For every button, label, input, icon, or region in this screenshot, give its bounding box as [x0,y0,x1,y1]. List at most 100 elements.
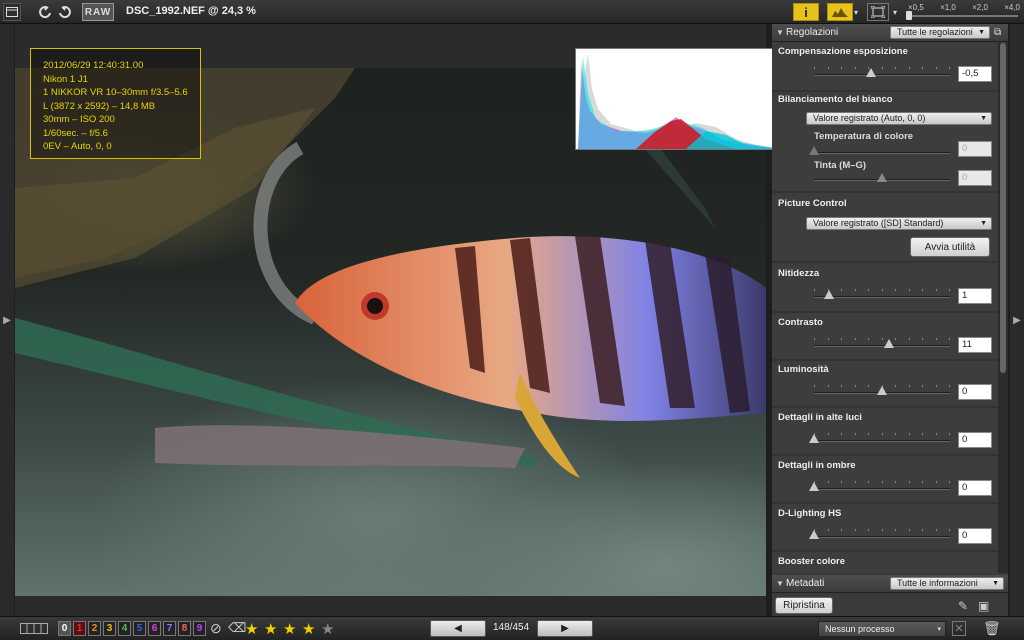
rotate-left-icon[interactable] [36,3,54,21]
star-icon[interactable]: ★ [264,620,277,638]
slider-knob[interactable] [809,482,819,491]
color-label-4[interactable]: 4 [118,621,131,636]
color-label-1[interactable]: 1 [73,621,86,636]
picture-control-title: Picture Control [778,198,847,209]
chevron-down-icon: ▼ [992,580,999,587]
highlights-value[interactable]: 0 [958,432,992,448]
zoom-thumb[interactable] [906,11,912,20]
left-panel-toggle[interactable]: ▶ [0,24,14,616]
color-label-8[interactable]: 8 [178,621,191,636]
rotate-right-icon[interactable] [56,3,74,21]
scrollbar-thumb[interactable] [1000,43,1006,373]
zoom-slider[interactable]: ×0,5 ×1,0 ×2,0 ×4,0 [900,2,1020,22]
exif-camera: Nikon 1 J1 [43,73,88,85]
sharpness-slider[interactable] [814,289,950,302]
highlights-title: Dettagli in alte luci [778,412,862,423]
exposure-title: Compensazione esposizione [778,46,908,57]
collapse-icon[interactable]: ▼ [776,579,784,588]
adjustments-scroll-area[interactable]: Compensazione esposizione -0,5 Bilanciam… [772,43,1008,573]
contrast-slider[interactable] [814,338,950,351]
color-label-5[interactable]: 5 [133,621,146,636]
slider-knob [809,146,819,155]
exposure-value[interactable]: -0,5 [958,66,992,82]
top-toolbar: RAW DSC_1992.NEF @ 24,3 % i ▾ ▾ ×0,5 ×1,… [0,0,1024,24]
color-label-2[interactable]: 2 [88,621,101,636]
image-counter: 148/454 [493,622,530,633]
color-temperature-label: Temperatura di colore [814,131,914,142]
brightness-slider[interactable] [814,385,950,398]
dlighting-title: D-Lighting HS [778,508,842,519]
color-label-7[interactable]: 7 [163,621,176,636]
highlights-slider[interactable] [809,433,950,446]
image-viewer[interactable]: 2012/06/29 12:40:31.00 Nikon 1 J1 1 NIKK… [15,24,781,616]
fit-screen-icon[interactable] [867,3,889,21]
launch-utility-button[interactable]: Avvia utilità [910,237,990,257]
zoom-dropdown-icon[interactable]: ▾ [891,3,899,21]
white-balance-dropdown[interactable]: Valore registrato (Auto, 0, 0) ▼ [806,112,992,125]
contrast-title: Contrasto [778,317,823,328]
process-dropdown[interactable]: Nessun processo ▾ [818,621,946,637]
exif-lens: 1 NIKKOR VR 10–30mm f/3.5–5.6 [43,87,188,98]
cancel-process-icon[interactable]: ✕ [952,621,966,636]
trash-icon[interactable]: 🗑 [983,620,1001,637]
star-icon[interactable]: ★ [283,620,296,638]
star-icon[interactable]: ★ [245,620,258,638]
color-temperature-slider[interactable] [809,146,950,158]
shadows-value[interactable]: 0 [958,480,992,496]
dlighting-value[interactable]: 0 [958,528,992,544]
color-label-3[interactable]: 3 [103,621,116,636]
slider-knob[interactable] [883,339,894,348]
exif-datetime: 2012/06/29 12:40:31.00 [43,60,144,71]
histogram-panel [575,48,781,150]
metadata-filter-dropdown[interactable]: Tutte le informazioni ▼ [890,577,1004,590]
filmstrip-icon[interactable] [20,623,48,634]
color-booster-title: Booster colore [778,556,846,567]
histogram-dropdown-icon[interactable]: ▾ [851,3,861,21]
color-label-9[interactable]: 9 [193,621,206,636]
adjustments-filter-dropdown[interactable]: Tutte le regolazioni ▼ [890,26,990,39]
copy-adjustments-icon[interactable]: ⧉ [994,27,1001,38]
adjustments-title: Regolazioni [786,27,839,38]
adjustments-header[interactable]: ▼ Regolazioni Tutte le regolazioni ▼ ⧉ [772,24,1008,42]
arrow-right-icon: ▶ [3,314,11,326]
shadows-slider[interactable] [809,481,950,494]
no-rating-icon[interactable]: ⊘ [210,620,222,637]
arrow-left-icon: ◀ [454,623,462,634]
tint-value: 0 [958,170,992,186]
slider-knob[interactable] [823,290,834,299]
brightness-value[interactable]: 0 [958,384,992,400]
exposure-slider[interactable] [814,67,950,80]
histogram-icon[interactable] [827,3,853,21]
color-label-6[interactable]: 6 [148,621,161,636]
right-panel-toggle[interactable]: ▶ [1010,24,1024,616]
star-icon[interactable]: ★ [302,620,315,638]
previous-image-button[interactable]: ◀ [430,620,486,637]
zoom-tick-label: ×2,0 [972,3,988,12]
picture-control-dropdown[interactable]: Valore registrato ([SD] Standard) ▼ [806,217,992,230]
panel-toggle-icon[interactable] [3,3,21,21]
slider-knob[interactable] [809,434,819,443]
edit-metadata-icon[interactable]: ✎ [958,599,968,613]
star-icon[interactable]: ★ [321,620,334,638]
raw-button[interactable]: RAW [82,3,114,21]
adjustments-scrollbar[interactable] [998,43,1008,573]
bottom-toolbar: 0123456789 ⊘ ⌫ ★ ★ ★ ★ ★ ◀ 148/454 ▶ Nessun … [0,616,1024,640]
slider-knob[interactable] [877,386,887,395]
slider-knob [877,173,887,182]
next-image-button[interactable]: ▶ [537,620,593,637]
contrast-value[interactable]: 11 [958,337,992,353]
shooting-info-overlay: 2012/06/29 12:40:31.00 Nikon 1 J1 1 NIKK… [30,48,201,159]
collapse-icon[interactable]: ▼ [776,28,784,37]
tint-slider[interactable] [814,173,950,185]
slider-knob[interactable] [866,68,877,77]
info-button[interactable]: i [793,3,819,21]
reset-button[interactable]: Ripristina [775,597,833,614]
metadata-header[interactable]: ▼ Metadati Tutte le informazioni ▼ [772,575,1008,593]
dlighting-slider[interactable] [809,529,950,542]
sharpness-value[interactable]: 1 [958,288,992,304]
color-label-0[interactable]: 0 [58,621,71,636]
slider-knob[interactable] [809,530,819,539]
reject-trash-icon[interactable]: ⌫ [228,620,246,636]
save-icon[interactable]: ▣ [978,599,989,613]
adjustments-panel: ▼ Regolazioni Tutte le regolazioni ▼ ⧉ Co… [772,24,1008,616]
